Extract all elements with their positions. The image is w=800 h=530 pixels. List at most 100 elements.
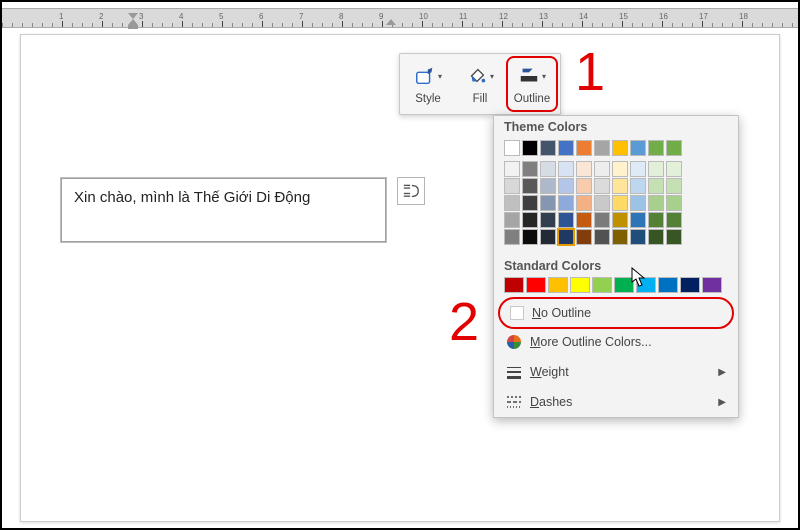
color-wheel-icon [506, 334, 522, 350]
standard-colors-label: Standard Colors [494, 255, 738, 275]
submenu-arrow-icon: ▶ [718, 397, 726, 408]
theme-color-swatch[interactable] [522, 229, 538, 245]
theme-color-swatch[interactable] [576, 140, 592, 156]
theme-color-swatch[interactable] [594, 178, 610, 194]
text-box-content: Xin chào, mình là Thế Giới Di Động [74, 189, 310, 206]
theme-color-swatch[interactable] [612, 140, 628, 156]
standard-color-swatch[interactable] [658, 277, 678, 293]
theme-color-swatch[interactable] [666, 212, 682, 228]
theme-color-swatch[interactable] [504, 229, 520, 245]
theme-color-swatch[interactable] [522, 195, 538, 211]
theme-color-swatch[interactable] [594, 212, 610, 228]
theme-color-swatch[interactable] [630, 161, 646, 177]
theme-color-swatch[interactable] [648, 212, 664, 228]
theme-color-swatch[interactable] [612, 212, 628, 228]
theme-color-swatch[interactable] [558, 212, 574, 228]
standard-color-swatch[interactable] [702, 277, 722, 293]
theme-color-swatch[interactable] [558, 229, 574, 245]
standard-color-swatch[interactable] [526, 277, 546, 293]
theme-color-swatch[interactable] [594, 161, 610, 177]
dashes-label: Dashes [530, 395, 572, 409]
outline-icon: ▾ [518, 63, 546, 89]
theme-color-swatch[interactable] [504, 195, 520, 211]
theme-color-swatch[interactable] [612, 195, 628, 211]
dashes-item[interactable]: Dashes ▶ [494, 387, 738, 417]
theme-color-swatch[interactable] [648, 195, 664, 211]
theme-color-swatch[interactable] [612, 178, 628, 194]
theme-color-swatch[interactable] [594, 140, 610, 156]
theme-color-swatch[interactable] [648, 229, 664, 245]
document-page: ▾ Style ▾ Fill ▾ Outline Xin chào, mình … [20, 34, 780, 522]
standard-color-swatch[interactable] [592, 277, 612, 293]
weight-label: Weight [530, 365, 569, 379]
theme-color-swatch[interactable] [648, 178, 664, 194]
no-outline-icon [510, 306, 524, 320]
more-outline-colors-item[interactable]: More Outline Colors... [494, 327, 738, 357]
outline-button-label: Outline [514, 93, 550, 105]
theme-color-swatch[interactable] [666, 161, 682, 177]
text-box[interactable]: Xin chào, mình là Thế Giới Di Động [61, 178, 386, 242]
theme-color-swatch[interactable] [540, 178, 556, 194]
theme-color-swatch[interactable] [558, 140, 574, 156]
theme-color-swatch[interactable] [594, 195, 610, 211]
layout-options-button[interactable] [397, 177, 425, 205]
standard-color-swatch[interactable] [680, 277, 700, 293]
left-indent[interactable] [128, 25, 138, 29]
theme-color-swatch[interactable] [558, 195, 574, 211]
style-button[interactable]: ▾ Style [402, 56, 454, 112]
theme-color-swatch[interactable] [630, 178, 646, 194]
style-button-label: Style [415, 93, 441, 105]
theme-color-swatch[interactable] [576, 212, 592, 228]
right-indent[interactable] [386, 19, 396, 25]
theme-color-swatch[interactable] [576, 195, 592, 211]
theme-color-swatch[interactable] [540, 195, 556, 211]
theme-color-swatch[interactable] [630, 212, 646, 228]
theme-color-swatch[interactable] [576, 229, 592, 245]
theme-color-swatch[interactable] [630, 140, 646, 156]
standard-color-swatch[interactable] [636, 277, 656, 293]
theme-color-swatch[interactable] [666, 195, 682, 211]
outline-button[interactable]: ▾ Outline [506, 56, 558, 112]
theme-color-swatch[interactable] [648, 140, 664, 156]
outline-dropdown: Theme Colors Standard Colors No Outline … [493, 115, 739, 418]
theme-color-swatch[interactable] [540, 212, 556, 228]
theme-color-swatch[interactable] [522, 212, 538, 228]
theme-color-swatch[interactable] [540, 229, 556, 245]
theme-color-swatch[interactable] [522, 178, 538, 194]
theme-color-swatch[interactable] [666, 140, 682, 156]
theme-color-swatch[interactable] [630, 229, 646, 245]
standard-color-swatch[interactable] [570, 277, 590, 293]
theme-color-swatch[interactable] [594, 229, 610, 245]
theme-color-swatch[interactable] [504, 212, 520, 228]
theme-color-swatch[interactable] [666, 178, 682, 194]
shape-mini-toolbar: ▾ Style ▾ Fill ▾ Outline [399, 53, 561, 115]
theme-color-swatch[interactable] [504, 140, 520, 156]
theme-color-swatch[interactable] [612, 161, 628, 177]
theme-color-swatch[interactable] [576, 161, 592, 177]
style-icon: ▾ [414, 63, 442, 89]
theme-color-swatch[interactable] [648, 161, 664, 177]
theme-color-swatch[interactable] [504, 161, 520, 177]
fill-icon: ▾ [466, 63, 494, 89]
horizontal-ruler: 123456789101112131415161718 [2, 8, 798, 28]
theme-color-swatch[interactable] [540, 161, 556, 177]
standard-color-swatch[interactable] [548, 277, 568, 293]
weight-item[interactable]: Weight ▶ [494, 357, 738, 387]
theme-color-swatch[interactable] [504, 178, 520, 194]
standard-colors-row [494, 275, 738, 299]
theme-color-swatch[interactable] [558, 161, 574, 177]
theme-color-swatch[interactable] [540, 140, 556, 156]
theme-color-swatch[interactable] [576, 178, 592, 194]
layout-options-icon [402, 182, 420, 200]
theme-color-swatch[interactable] [630, 195, 646, 211]
theme-color-swatch[interactable] [522, 161, 538, 177]
annotation-2: 2 [449, 291, 479, 353]
theme-color-swatch[interactable] [666, 229, 682, 245]
theme-color-swatch[interactable] [612, 229, 628, 245]
standard-color-swatch[interactable] [504, 277, 524, 293]
theme-color-swatch[interactable] [558, 178, 574, 194]
fill-button[interactable]: ▾ Fill [454, 56, 506, 112]
standard-color-swatch[interactable] [614, 277, 634, 293]
no-outline-item[interactable]: No Outline [500, 299, 732, 327]
theme-color-swatch[interactable] [522, 140, 538, 156]
